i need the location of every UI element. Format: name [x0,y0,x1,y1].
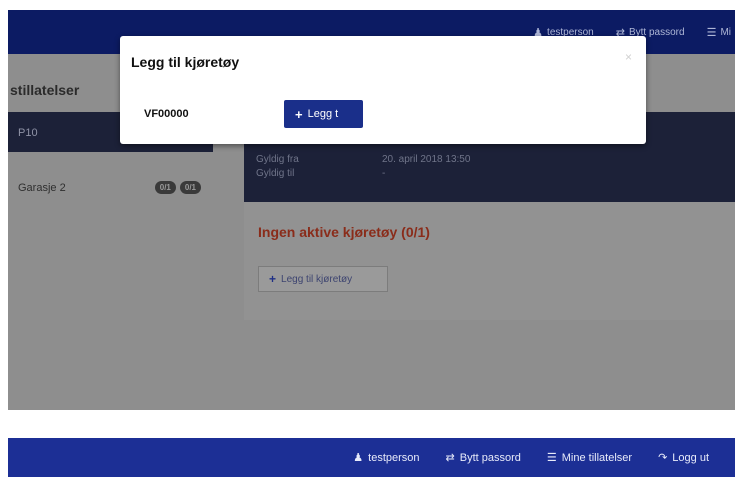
modal-add-button-label: Legg t [307,108,339,120]
valid-from-label: Gyldig fra [256,154,299,165]
no-active-vehicles-text: Ingen aktive kjøretøy (0/1) [258,224,430,240]
badge-group: 0/1 0/1 [154,181,201,194]
bottom-nav-links: ♟ testperson ⇄ Bytt passord ☰ Mine tilla… [353,438,709,477]
shuffle-icon: ⇄ [445,452,455,464]
bottom-navbar: ♟ testperson ⇄ Bytt passord ☰ Mine tilla… [8,438,735,477]
valid-to-label: Gyldig til [256,168,295,179]
sidebar-title: stillatelser [10,82,80,98]
sidebar-item-label: Garasje 2 [18,182,66,194]
top-nav-permits-label: Mi [720,26,731,38]
bottom-nav-logout[interactable]: ↷ Logg ut [658,451,709,465]
list-icon: ☰ [546,452,557,464]
modal-title: Legg til kjøretøy [131,54,240,70]
valid-to-row: Gyldig til - [256,168,385,179]
top-nav-permits[interactable]: ☰ Mi [707,26,731,39]
vehicles-card: Ingen aktive kjøretøy (0/1) + Legg til k… [244,202,735,320]
bottom-nav-user[interactable]: ♟ testperson [353,451,420,465]
list-icon: ☰ [706,26,717,39]
bottom-nav-change-password-label: Bytt passord [459,451,521,464]
close-icon[interactable]: × [625,50,632,64]
logout-icon: ↷ [658,452,668,464]
bottom-nav-permits[interactable]: ☰ Mine tillatelser [546,451,633,465]
valid-to-value: - [382,168,386,179]
bottom-nav-change-password[interactable]: ⇄ Bytt passord [445,451,521,465]
plus-icon: + [295,106,303,122]
add-vehicle-label: Legg til kjøretøy [281,273,353,285]
status-badge: 0/1 [154,181,176,194]
sidebar-item-garasje-2[interactable]: Garasje 2 0/1 0/1 [8,171,213,205]
status-badge: 0/1 [179,181,201,194]
valid-from-row: Gyldig fra 20. april 2018 13:50 [256,154,470,165]
screen: ♟ testperson ⇄ Bytt passord ☰ Mi stillat… [0,0,735,477]
user-icon: ♟ [353,452,364,464]
add-vehicle-modal: Legg til kjøretøy × VF00000 + Legg t [120,36,646,144]
bottom-nav-user-label: testperson [368,451,420,464]
add-vehicle-button[interactable]: + Legg til kjøretøy [258,266,388,292]
plus-icon: + [269,272,277,286]
license-plate-value[interactable]: VF00000 [144,108,189,120]
modal-add-button[interactable]: + Legg t [284,100,363,128]
bottom-nav-logout-label: Logg ut [672,451,709,464]
bottom-nav-permits-label: Mine tillatelser [561,451,633,464]
valid-from-value: 20. april 2018 13:50 [382,154,471,165]
